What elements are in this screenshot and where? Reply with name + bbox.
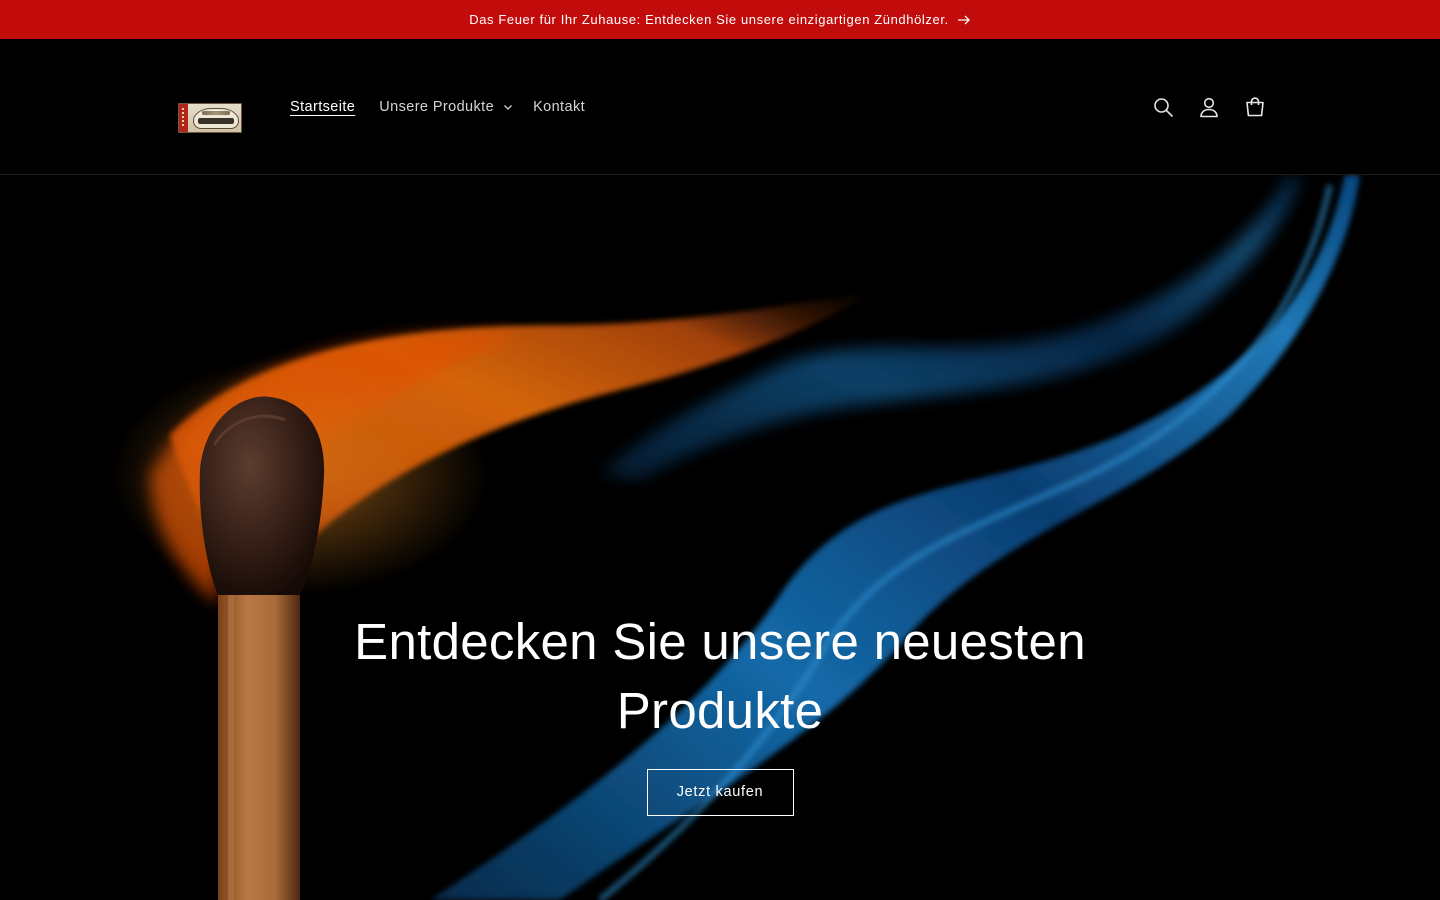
hero-title: Entdecken Sie unsere neuesten Produkte [354,613,1086,739]
main-nav: Startseite Unsere Produkte Kontakt [290,96,585,118]
cart-icon[interactable] [1244,96,1266,118]
chevron-down-icon [504,105,513,110]
announcement-text: Das Feuer für Ihr Zuhause: Entdecken Sie… [469,12,949,27]
search-icon[interactable] [1152,96,1174,118]
header-actions [1152,96,1266,118]
announcement-bar[interactable]: Das Feuer für Ihr Zuhause: Entdecken Sie… [0,0,1440,39]
nav-item-label: Startseite [290,99,356,115]
account-icon[interactable] [1198,96,1220,118]
nav-item-kontakt[interactable]: Kontakt [533,99,585,115]
nav-item-unsere-produkte[interactable]: Unsere Produkte [379,99,513,115]
hero-content: Entdecken Sie unsere neuesten Produkte J… [320,607,1120,816]
nav-item-label: Kontakt [533,99,586,115]
site-header: Startseite Unsere Produkte Kontakt [0,39,1440,175]
logo-badge [193,108,239,129]
nav-item-startseite[interactable]: Startseite [290,99,355,115]
shop-now-button[interactable]: Jetzt kaufen [646,769,794,816]
frutigen-logo[interactable] [178,103,242,133]
arrow-right-icon [957,15,970,24]
logo-matchbox-stripe [179,104,188,132]
nav-item-label: Unsere Produkte [379,99,495,115]
hero-banner: Entdecken Sie unsere neuesten Produkte J… [0,175,1440,900]
